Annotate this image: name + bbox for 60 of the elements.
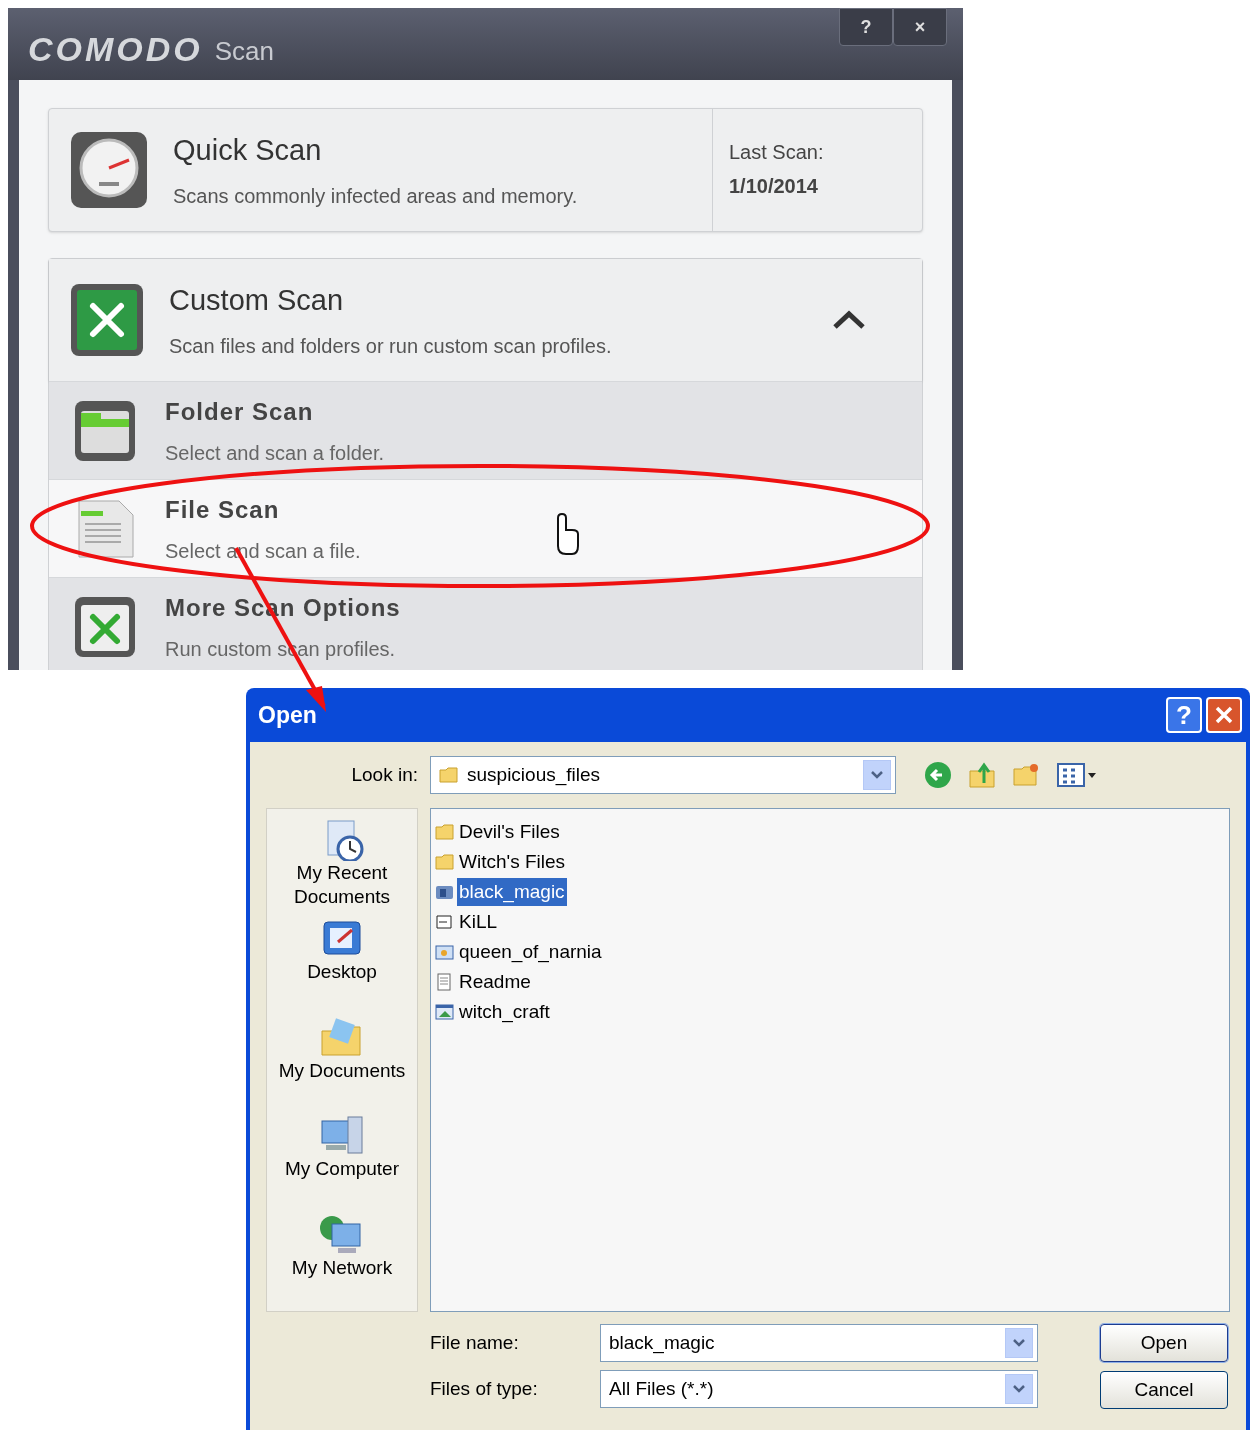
- file-item[interactable]: black_magic: [457, 878, 567, 906]
- folder-icon: [73, 398, 137, 463]
- places-item[interactable]: My Recent Documents: [267, 817, 417, 916]
- scan-option[interactable]: Folder Scan Select and scan a folder.: [49, 381, 922, 479]
- place-label: My Recent Documents: [292, 861, 392, 909]
- last-scan-date: 1/10/2014: [729, 174, 819, 199]
- option-title: File Scan: [165, 494, 281, 525]
- look-in-label: Look in:: [350, 762, 419, 787]
- card-title: Custom Scan: [169, 283, 345, 319]
- help-button[interactable]: ?: [839, 8, 893, 46]
- places-item[interactable]: My Network: [267, 1212, 417, 1311]
- place-label: My Computer: [284, 1157, 400, 1182]
- application-icon: [435, 883, 455, 901]
- tools-icon: [69, 282, 145, 358]
- file-item[interactable]: KiLL: [457, 908, 500, 936]
- tools-icon: [73, 594, 137, 659]
- close-button[interactable]: [1206, 697, 1242, 733]
- places-item[interactable]: My Documents: [267, 1014, 417, 1114]
- up-folder-icon[interactable]: [968, 761, 996, 789]
- file-item[interactable]: Devil's Files: [457, 818, 562, 846]
- cancel-button[interactable]: Cancel: [1100, 1371, 1228, 1409]
- hand-cursor-icon: [557, 513, 579, 555]
- open-button[interactable]: Open: [1100, 1324, 1228, 1362]
- gauge-icon: [69, 130, 149, 210]
- places-item[interactable]: Desktop: [267, 915, 417, 1015]
- logo: COMODO: [28, 29, 203, 70]
- file-type-dropdown[interactable]: All Files (*.*): [600, 1370, 1038, 1408]
- custom-scan-card[interactable]: Custom Scan Scan files and folders or run custom scan profiles.: [49, 259, 922, 381]
- card-description: Scan files and folders or run custom scan profiles.: [169, 333, 613, 359]
- last-scan-label: Last Scan:: [729, 140, 825, 165]
- close-button[interactable]: ×: [893, 8, 947, 46]
- window-title: Scan: [214, 35, 275, 68]
- collapse-chevron-icon[interactable]: [832, 310, 866, 330]
- places-item[interactable]: My Computer: [267, 1113, 417, 1213]
- file-name-field[interactable]: black_magic: [600, 1324, 1038, 1362]
- picture-icon: [435, 943, 455, 961]
- file-type-label: Files of type:: [430, 1376, 539, 1401]
- help-button[interactable]: ?: [1166, 697, 1202, 733]
- card-description: Scans commonly infected areas and memory.: [173, 183, 578, 209]
- file-item[interactable]: Witch's Files: [457, 848, 568, 876]
- option-title: Folder Scan: [165, 396, 315, 427]
- folder-icon: [439, 766, 459, 784]
- file-item[interactable]: witch_craft: [457, 998, 552, 1026]
- quick-scan-card[interactable]: Quick Scan Scans commonly infected areas and memory. Last Scan: 1/10/2014: [48, 108, 923, 232]
- card-title: Quick Scan: [173, 133, 323, 169]
- file-item[interactable]: Readme: [457, 968, 533, 996]
- new-folder-icon[interactable]: [1012, 761, 1040, 789]
- file-name-label: File name:: [430, 1330, 520, 1355]
- dialog-title: Open: [258, 700, 318, 730]
- view-menu-icon[interactable]: [1056, 761, 1098, 789]
- file-item[interactable]: queen_of_narnia: [457, 938, 604, 966]
- folder-icon: [435, 853, 455, 871]
- option-description: Select and scan a folder.: [165, 440, 385, 466]
- folder-icon: [435, 823, 455, 841]
- program-window-icon: [435, 1003, 455, 1021]
- place-label: My Documents: [277, 1058, 407, 1083]
- close-icon: [1213, 704, 1235, 726]
- look-in-dropdown[interactable]: suspicious_files: [430, 756, 896, 794]
- place-label: Desktop: [306, 959, 378, 984]
- place-label: My Network: [290, 1256, 394, 1281]
